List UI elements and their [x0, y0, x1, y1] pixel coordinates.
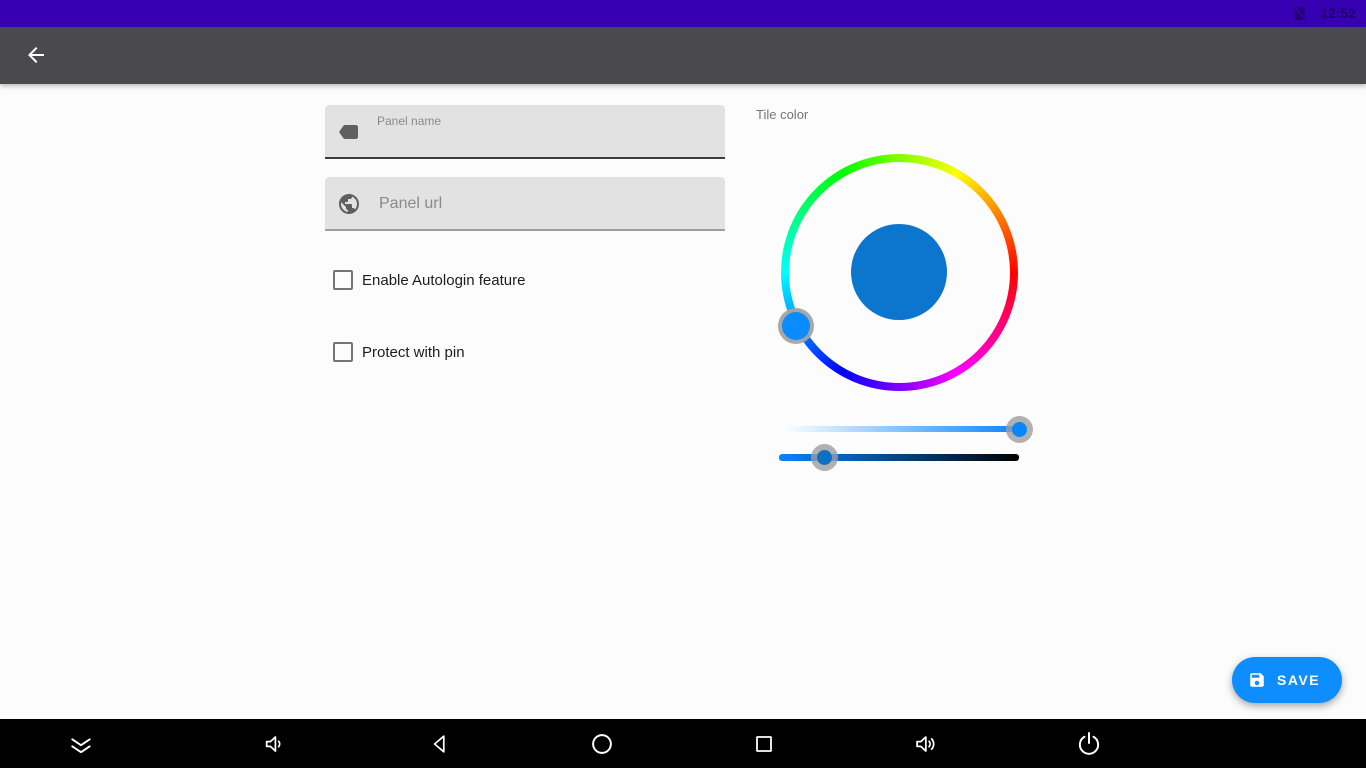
pin-checkbox-label: Protect with pin: [362, 344, 465, 361]
home-button[interactable]: [589, 731, 615, 757]
speaker-two-waves-icon: [913, 730, 941, 758]
power-symbol-icon: [1074, 729, 1104, 759]
no-sim-icon: [1291, 5, 1308, 22]
pin-checkbox[interactable]: [333, 342, 353, 362]
globe-icon: [337, 192, 361, 216]
triangle-left-icon: [427, 731, 453, 757]
double-chevron-down-icon: [65, 730, 97, 758]
screen: 12:52 Panel name Enable Autologin featur…: [0, 0, 1366, 768]
save-button[interactable]: SAVE: [1232, 657, 1342, 703]
status-clock: 12:52: [1320, 0, 1356, 27]
tag-label-icon: [337, 120, 361, 144]
save-floppy-icon: [1248, 671, 1266, 689]
hue-wheel-handle[interactable]: [778, 308, 814, 344]
saturation-slider-handle[interactable]: [1006, 416, 1033, 443]
square-outline-icon: [752, 732, 776, 756]
autologin-checkbox-row[interactable]: Enable Autologin feature: [333, 270, 525, 290]
autologin-checkbox-label: Enable Autologin feature: [362, 272, 525, 289]
navigation-bar: [0, 719, 1366, 768]
recents-button[interactable]: [752, 732, 776, 756]
panel-url-input[interactable]: [377, 177, 711, 231]
android-back-button[interactable]: [427, 731, 453, 757]
volume-down-button[interactable]: [262, 730, 290, 758]
panel-name-input[interactable]: [377, 129, 711, 155]
status-bar: 12:52: [0, 0, 1366, 27]
speaker-one-wave-icon: [262, 730, 290, 758]
selected-color-preview: [851, 224, 947, 320]
circle-outline-icon: [589, 731, 615, 757]
volume-up-button[interactable]: [913, 730, 941, 758]
panel-name-field[interactable]: Panel name: [325, 105, 725, 159]
autologin-checkbox[interactable]: [333, 270, 353, 290]
tile-color-label: Tile color: [756, 107, 808, 122]
power-button[interactable]: [1074, 729, 1104, 759]
app-bar: [0, 27, 1366, 84]
hue-wheel-handle-dot: [782, 312, 810, 340]
pin-checkbox-row[interactable]: Protect with pin: [333, 342, 465, 362]
value-slider-handle[interactable]: [811, 444, 838, 471]
hide-navigation-button[interactable]: [65, 730, 97, 758]
saturation-handle-dot: [1012, 422, 1027, 437]
panel-name-label: Panel name: [377, 114, 441, 128]
back-button[interactable]: [12, 31, 60, 79]
panel-url-field[interactable]: [325, 177, 725, 231]
save-button-label: SAVE: [1277, 672, 1320, 688]
value-handle-dot: [817, 450, 832, 465]
saturation-slider-track[interactable]: [782, 426, 1019, 432]
arrow-back-icon: [24, 43, 48, 67]
